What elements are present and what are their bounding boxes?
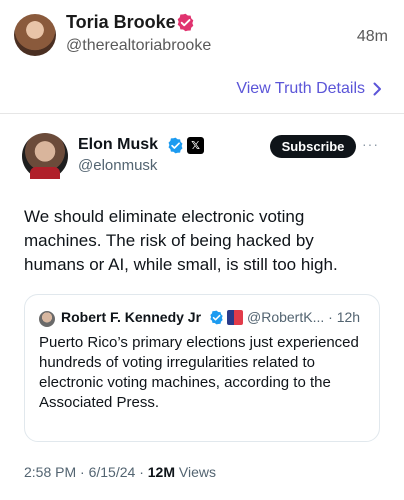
avatar[interactable] [14,14,56,56]
quoted-author-name: Robert F. Kennedy Jr [61,309,202,325]
author-name[interactable]: Elon Musk [78,136,158,154]
truth-header: Toria Brooke @therealtoriabrooke 48m [0,0,404,70]
quoted-post-text: Puerto Rico’s primary elections just exp… [39,334,359,411]
verified-badge-icon [210,310,223,325]
timestamp: 48m [356,28,388,45]
post-time: 2:58 PM [24,464,77,480]
view-truth-details-label: View Truth Details [236,80,365,97]
post-text: We should eliminate electronic voting ma… [24,207,338,274]
verified-badge-icon [177,13,194,32]
author-handle[interactable]: @therealtoriabrooke [66,37,211,55]
avatar[interactable] [22,133,68,179]
separator: · [139,464,148,480]
author-name[interactable]: Toria Brooke [66,12,176,33]
more-options-icon[interactable]: ··· [362,136,379,152]
affiliate-badge-icon [227,310,243,325]
views-count: 12M [147,464,175,480]
subscribe-button[interactable]: Subscribe [270,135,356,158]
quoted-author-handle: @RobertK... [247,309,325,325]
quoted-time: 12h [336,309,361,325]
views-label: Views [178,464,216,480]
avatar [39,311,55,327]
quoted-post[interactable]: Robert F. Kennedy Jr @RobertK... · 12h P… [24,294,380,442]
separator: · [80,464,89,480]
verified-badge-icon [168,137,183,154]
view-truth-details-link[interactable]: View Truth Details [236,80,382,98]
x-affiliate-icon: 𝕏 [187,137,204,154]
separator: · [328,309,333,325]
chevron-right-icon [373,82,381,96]
quoted-handle-and-time: @RobertK... · 12h [247,309,360,325]
author-handle[interactable]: @elonmusk [78,157,157,174]
divider [0,113,404,114]
post-meta: 2:58 PM · 6/15/24 · 12M Views [24,464,216,480]
post-date: 6/15/24 [88,464,136,480]
